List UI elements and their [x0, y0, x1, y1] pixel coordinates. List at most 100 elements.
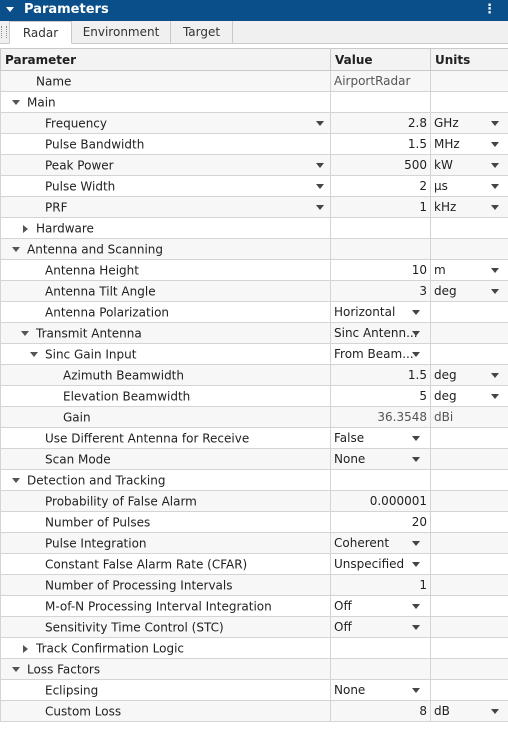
value-dropdown[interactable]: From Beam... — [330, 343, 431, 365]
header-units[interactable]: Units — [430, 48, 508, 71]
tab-target[interactable]: Target — [171, 21, 233, 44]
value-dropdown[interactable]: Sinc Antenn... — [330, 322, 431, 344]
parameter-name-cell: Elevation Beamwidth — [0, 385, 331, 407]
value-input[interactable]: 1.5 — [330, 133, 431, 155]
collapse-panel-icon[interactable] — [6, 7, 14, 12]
tab-bar: Radar Environment Target — [0, 21, 508, 44]
tab-radar[interactable]: Radar — [9, 21, 72, 44]
value-input[interactable]: 20 — [330, 511, 431, 533]
value-input[interactable]: 1.5 — [330, 364, 431, 386]
expand-chevron-down-icon[interactable] — [10, 662, 22, 676]
expand-chevron-down-icon[interactable] — [10, 95, 22, 109]
unit-cell — [430, 301, 508, 323]
value-input[interactable]: 1 — [330, 574, 431, 596]
parameter-label: Antenna Polarization — [45, 305, 170, 320]
unit-dropdown[interactable]: GHz — [430, 112, 508, 134]
parameter-name-cell: Pulse Integration — [0, 532, 331, 554]
parameter-name-cell: Number of Processing Intervals — [0, 574, 331, 596]
parameter-name-cell[interactable]: Peak Power — [0, 154, 331, 176]
parameter-row: Transmit Antenna Sinc Antenn... — [0, 322, 508, 344]
unit-dropdown[interactable]: dB — [430, 700, 508, 722]
parameter-name-cell: Use Different Antenna for Receive — [0, 427, 331, 449]
parameter-name-cell[interactable]: Pulse Width — [0, 175, 331, 197]
parameter-name-cell: Eclipsing — [0, 679, 331, 701]
parameter-row: Number of Processing Intervals 1 — [0, 574, 508, 596]
parameter-row: Gain 36.3548 dBi — [0, 406, 508, 428]
unit-dropdown[interactable]: deg — [430, 385, 508, 407]
tab-grip-icon[interactable] — [1, 26, 7, 38]
expand-chevron-right-icon[interactable] — [19, 221, 31, 235]
parameter-label: Scan Mode — [45, 452, 111, 467]
parameter-row: Name AirportRadar — [0, 70, 508, 92]
unit-dropdown[interactable]: kHz — [430, 196, 508, 218]
value-input[interactable]: 5 — [330, 385, 431, 407]
parameter-row: Frequency 2.8 GHz — [0, 112, 508, 134]
parameter-label: Antenna and Scanning — [27, 242, 164, 257]
parameter-name-cell: Gain — [0, 406, 331, 428]
expand-chevron-down-icon[interactable] — [19, 326, 31, 340]
parameter-name-cell: Number of Pulses — [0, 511, 331, 533]
value-input[interactable]: 8 — [330, 700, 431, 722]
value-dropdown[interactable]: None — [330, 679, 431, 701]
parameter-row: Constant False Alarm Rate (CFAR) Unspecif… — [0, 553, 508, 575]
value-input[interactable]: 2.8 — [330, 112, 431, 134]
value-cell — [330, 637, 431, 659]
expand-chevron-down-icon[interactable] — [28, 347, 40, 361]
unit-cell — [430, 238, 508, 260]
unit-cell — [430, 532, 508, 554]
parameter-label: Number of Pulses — [45, 515, 151, 530]
value-cell: AirportRadar — [330, 70, 431, 92]
expand-chevron-down-icon[interactable] — [10, 473, 22, 487]
expand-chevron-down-icon[interactable] — [10, 242, 22, 256]
unit-dropdown[interactable]: deg — [430, 364, 508, 386]
value-cell — [330, 469, 431, 491]
parameter-row: Loss Factors — [0, 658, 508, 680]
value-input[interactable]: 2 — [330, 175, 431, 197]
value-input[interactable]: 10 — [330, 259, 431, 281]
parameter-name-cell: Antenna and Scanning — [0, 238, 331, 260]
parameter-label: Hardware — [36, 221, 94, 236]
header-parameter[interactable]: Parameter — [0, 48, 331, 71]
parameter-name-cell[interactable]: Frequency — [0, 112, 331, 134]
tab-environment[interactable]: Environment — [72, 21, 171, 44]
parameter-label: Loss Factors — [27, 662, 101, 677]
header-value[interactable]: Value — [330, 48, 431, 71]
value-dropdown[interactable]: Horizontal — [330, 301, 431, 323]
parameter-name-cell[interactable]: PRF — [0, 196, 331, 218]
parameter-label: Number of Processing Intervals — [45, 578, 233, 593]
value-dropdown[interactable]: Off — [330, 616, 431, 638]
value-input[interactable]: 3 — [330, 280, 431, 302]
parameter-name-cell: Constant False Alarm Rate (CFAR) — [0, 553, 331, 575]
parameter-row: Number of Pulses 20 — [0, 511, 508, 533]
panel-menu-icon[interactable]: ⋮ — [483, 2, 496, 17]
parameter-label: Gain — [63, 410, 91, 425]
unit-cell — [430, 511, 508, 533]
parameter-label: Peak Power — [45, 158, 114, 173]
unit-dropdown[interactable]: MHz — [430, 133, 508, 155]
parameter-name-cell: Hardware — [0, 217, 331, 239]
parameter-row: Track Confirmation Logic — [0, 637, 508, 659]
expand-chevron-right-icon[interactable] — [19, 641, 31, 655]
value-input[interactable]: 500 — [330, 154, 431, 176]
parameter-name-cell: Pulse Bandwidth — [0, 133, 331, 155]
value-input[interactable]: 1 — [330, 196, 431, 218]
unit-dropdown[interactable]: m — [430, 259, 508, 281]
chevron-down-icon — [12, 667, 20, 673]
parameter-label: Name — [36, 74, 72, 89]
value-dropdown[interactable]: Unspecified — [330, 553, 431, 575]
unit-dropdown[interactable]: kW — [430, 154, 508, 176]
parameter-row: Eclipsing None — [0, 679, 508, 701]
unit-cell — [430, 637, 508, 659]
value-dropdown[interactable]: False — [330, 427, 431, 449]
value-dropdown[interactable]: Off — [330, 595, 431, 617]
unit-dropdown[interactable]: μs — [430, 175, 508, 197]
value-dropdown[interactable]: Coherent — [330, 532, 431, 554]
value-dropdown[interactable]: None — [330, 448, 431, 470]
parameter-row: M-of-N Processing Interval Integration Of… — [0, 595, 508, 617]
chevron-right-icon — [22, 644, 28, 653]
parameter-row: Antenna Tilt Angle 3 deg — [0, 280, 508, 302]
parameter-row: Elevation Beamwidth 5 deg — [0, 385, 508, 407]
value-input[interactable]: 0.000001 — [330, 490, 431, 512]
unit-dropdown[interactable]: deg — [430, 280, 508, 302]
parameter-label: Antenna Height — [45, 263, 139, 278]
